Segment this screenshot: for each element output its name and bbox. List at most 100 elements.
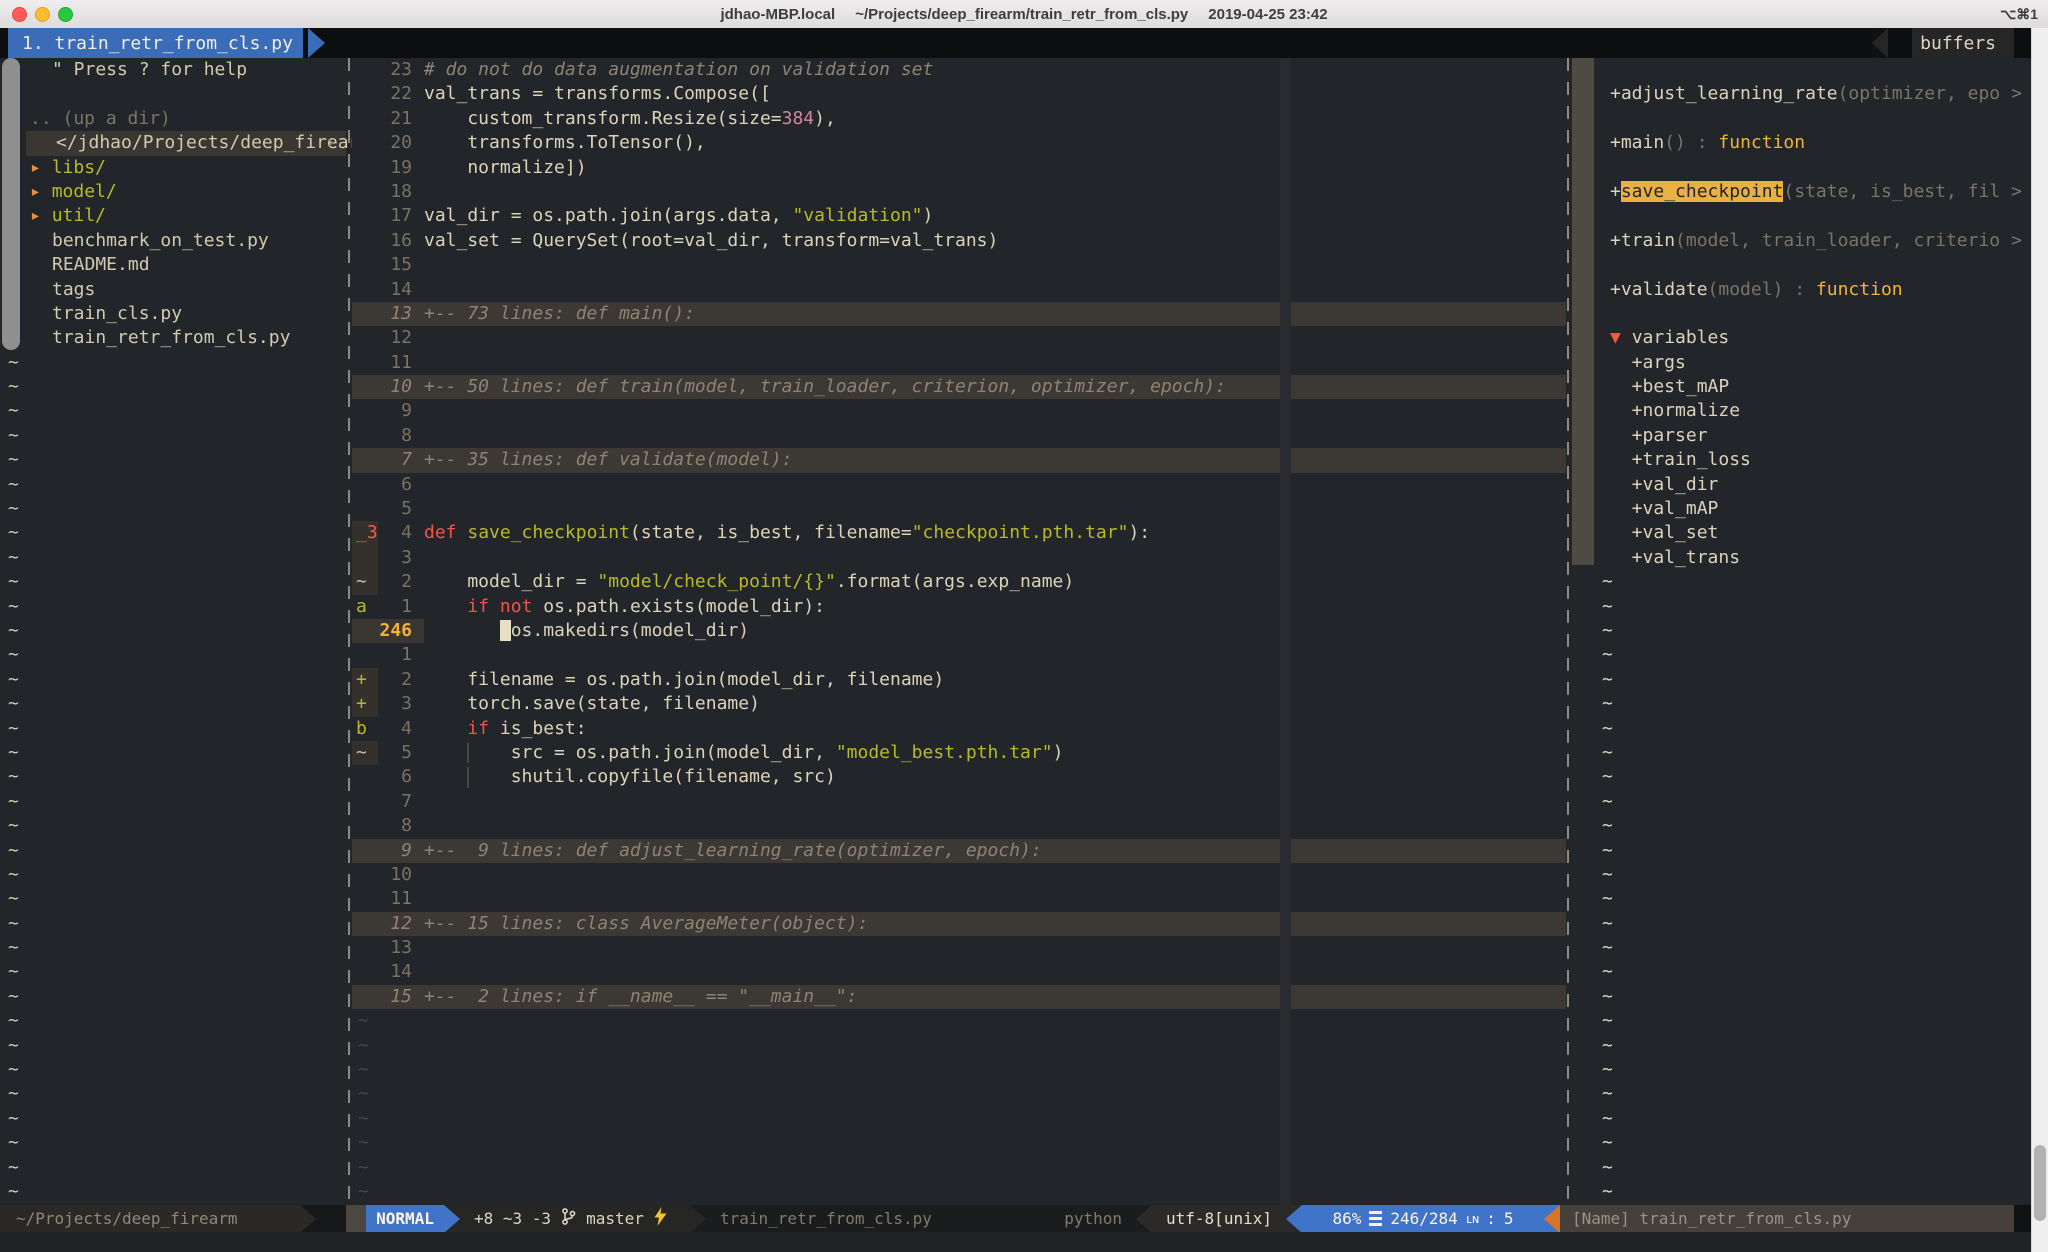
tag-item-function[interactable]: +validate(model) : function xyxy=(1598,278,2032,302)
tree-item-dir[interactable]: ▸ libs/ xyxy=(0,156,352,180)
tree-item-file[interactable]: README.md xyxy=(0,253,352,277)
code-line[interactable]: 6 shutil.copyfile(filename, src) xyxy=(352,765,1566,789)
code-line[interactable]: 3 xyxy=(352,546,1566,570)
empty-line: ~ xyxy=(1598,668,2032,692)
clock: 2019-04-25 23:42 xyxy=(1208,6,1327,23)
minimize-button[interactable] xyxy=(35,7,50,22)
buffers-label[interactable]: buffers xyxy=(1912,28,2014,58)
fold-line[interactable]: 13+-- 73 lines: def main(): xyxy=(352,302,1566,326)
code-line[interactable]: 15 xyxy=(352,253,1566,277)
code-line[interactable]: 20 transforms.ToTensor(), xyxy=(352,131,1566,155)
folder-collapsed-icon: ▸ xyxy=(30,181,52,202)
code-line[interactable]: +2 filename = os.path.join(model_dir, fi… xyxy=(352,668,1566,692)
tag-item-variable[interactable]: +train_loss xyxy=(1598,448,2032,472)
tree-item-dir[interactable]: ▸ model/ xyxy=(0,180,352,204)
line-number: 9 xyxy=(378,399,424,423)
fold-line[interactable]: 15+-- 2 lines: if __name__ == "__main__"… xyxy=(352,985,1566,1009)
code-line[interactable]: a1 if not os.path.exists(model_dir): xyxy=(352,595,1566,619)
code-line[interactable]: b4 if is_best: xyxy=(352,717,1566,741)
tag-item-variable[interactable]: +val_dir xyxy=(1598,473,2032,497)
code-text xyxy=(457,522,468,543)
tag-item-variable[interactable]: +normalize xyxy=(1598,399,2032,423)
tag-item-function[interactable]: +adjust_learning_rate(optimizer, epo> xyxy=(1598,82,2032,106)
tag-item-function[interactable]: +save_checkpoint(state, is_best, fil> xyxy=(1598,180,2032,204)
tag-separator: : xyxy=(1686,132,1719,153)
code-line[interactable]: 21 custom_transform.Resize(size=384), xyxy=(352,107,1566,131)
tag-signature: (model, train_loader, criterio xyxy=(1675,230,2000,251)
code-line[interactable]: 5 xyxy=(352,497,1566,521)
tab-current[interactable]: 1. train_retr_from_cls.py xyxy=(8,28,303,58)
code-text: ) xyxy=(923,205,934,226)
code-line[interactable]: 22val_trans = transforms.Compose([ xyxy=(352,82,1566,106)
code-line[interactable]: 246 os.makedirs(model_dir) xyxy=(352,619,1566,643)
code-line[interactable]: ~5 src = os.path.join(model_dir, "model_… xyxy=(352,741,1566,765)
right-scrollbar-thumb[interactable] xyxy=(2034,1145,2046,1221)
code-text: +-- 15 lines: class AverageMeter(object)… xyxy=(424,913,868,934)
tag-item-variable[interactable]: +best_mAP xyxy=(1598,375,2032,399)
code-line[interactable]: 11 xyxy=(352,887,1566,911)
fold-line[interactable]: 10+-- 50 lines: def train(model, train_l… xyxy=(352,375,1566,399)
code-line[interactable]: 6 xyxy=(352,473,1566,497)
command-line[interactable] xyxy=(0,1232,2048,1252)
tree-up-dir[interactable]: .. (up a dir) xyxy=(0,107,352,131)
tilde-marker: ~ xyxy=(8,961,19,982)
code-line[interactable]: 8 xyxy=(352,814,1566,838)
fold-line[interactable]: 9+-- 9 lines: def adjust_learning_rate(o… xyxy=(352,839,1566,863)
code-text xyxy=(424,596,467,617)
code-line[interactable]: 12 xyxy=(352,326,1566,350)
tree-item-file[interactable]: train_cls.py xyxy=(0,302,352,326)
tree-item-dir[interactable]: ▸ util/ xyxy=(0,204,352,228)
tagbar-scrollbar-thumb[interactable] xyxy=(1572,58,1594,565)
empty-line: ~ xyxy=(0,424,352,448)
code-line[interactable]: 7 xyxy=(352,790,1566,814)
tag-item-function[interactable]: +main() : function xyxy=(1598,131,2032,155)
close-button[interactable] xyxy=(12,7,27,22)
code-line[interactable]: +3 torch.save(state, filename) xyxy=(352,692,1566,716)
line-number: 8 xyxy=(378,424,424,448)
right-scrollbar-track[interactable] xyxy=(2031,28,2048,1252)
tag-item-variable[interactable]: +val_mAP xyxy=(1598,497,2032,521)
code-line[interactable]: 13 xyxy=(352,936,1566,960)
code-line[interactable]: _34def save_checkpoint(state, is_best, f… xyxy=(352,521,1566,545)
folder-collapsed-icon: ▸ xyxy=(30,205,52,226)
code-line[interactable]: 9 xyxy=(352,399,1566,423)
tag-item-variable[interactable]: +parser xyxy=(1598,424,2032,448)
empty-line: ~ xyxy=(1598,595,2032,619)
tree-file-label: README.md xyxy=(30,254,150,275)
cursor-block xyxy=(500,620,511,641)
editor-area: " Press ? for help.. (up a dir)</jdhao/P… xyxy=(0,58,2048,1205)
tag-item-variable[interactable]: +val_set xyxy=(1598,521,2032,545)
tree-item-file[interactable]: train_retr_from_cls.py xyxy=(0,326,352,350)
code-line[interactable]: 17val_dir = os.path.join(args.data, "val… xyxy=(352,204,1566,228)
tag-item-variable[interactable]: +args xyxy=(1598,351,2032,375)
zoom-button[interactable] xyxy=(58,7,73,22)
code-line[interactable]: 10 xyxy=(352,863,1566,887)
code-line[interactable]: 14 xyxy=(352,278,1566,302)
code-text: "model/check_point/{}" xyxy=(597,571,835,592)
statusline-filename: train_retr_from_cls.py xyxy=(720,1209,932,1228)
tag-kind-label: variables xyxy=(1632,327,1730,348)
sign-column-cell xyxy=(352,58,378,82)
fold-line[interactable]: 12+-- 15 lines: class AverageMeter(objec… xyxy=(352,912,1566,936)
nerdtree-scrollbar-thumb[interactable] xyxy=(2,58,20,350)
code-line[interactable]: 16val_set = QuerySet(root=val_dir, trans… xyxy=(352,229,1566,253)
tilde-marker: ~ xyxy=(8,913,19,934)
code-line[interactable]: ~2 model_dir = "model/check_point/{}".fo… xyxy=(352,570,1566,594)
tag-kind-header[interactable]: ▼ variables xyxy=(1598,326,2032,350)
code-line[interactable]: 23# do not do data augmentation on valid… xyxy=(352,58,1566,82)
tag-item-variable[interactable]: +val_trans xyxy=(1598,546,2032,570)
window-separator-right[interactable] xyxy=(1567,58,1569,1205)
tree-item-file[interactable]: benchmark_on_test.py xyxy=(0,229,352,253)
code-line[interactable]: 11 xyxy=(352,351,1566,375)
code-line[interactable]: 1 xyxy=(352,643,1566,667)
window-separator-left[interactable] xyxy=(348,58,350,1205)
code-line[interactable]: 18 xyxy=(352,180,1566,204)
code-line[interactable]: 8 xyxy=(352,424,1566,448)
fold-line[interactable]: 7+-- 35 lines: def validate(model): xyxy=(352,448,1566,472)
code-line[interactable]: 19 normalize]) xyxy=(352,156,1566,180)
tree-root[interactable]: </jdhao/Projects/deep_firear› xyxy=(26,131,346,155)
tag-item-function[interactable]: +train(model, train_loader, criterio> xyxy=(1598,229,2032,253)
tilde-marker: ~ xyxy=(8,425,19,446)
tree-item-file[interactable]: tags xyxy=(0,278,352,302)
code-line[interactable]: 14 xyxy=(352,960,1566,984)
